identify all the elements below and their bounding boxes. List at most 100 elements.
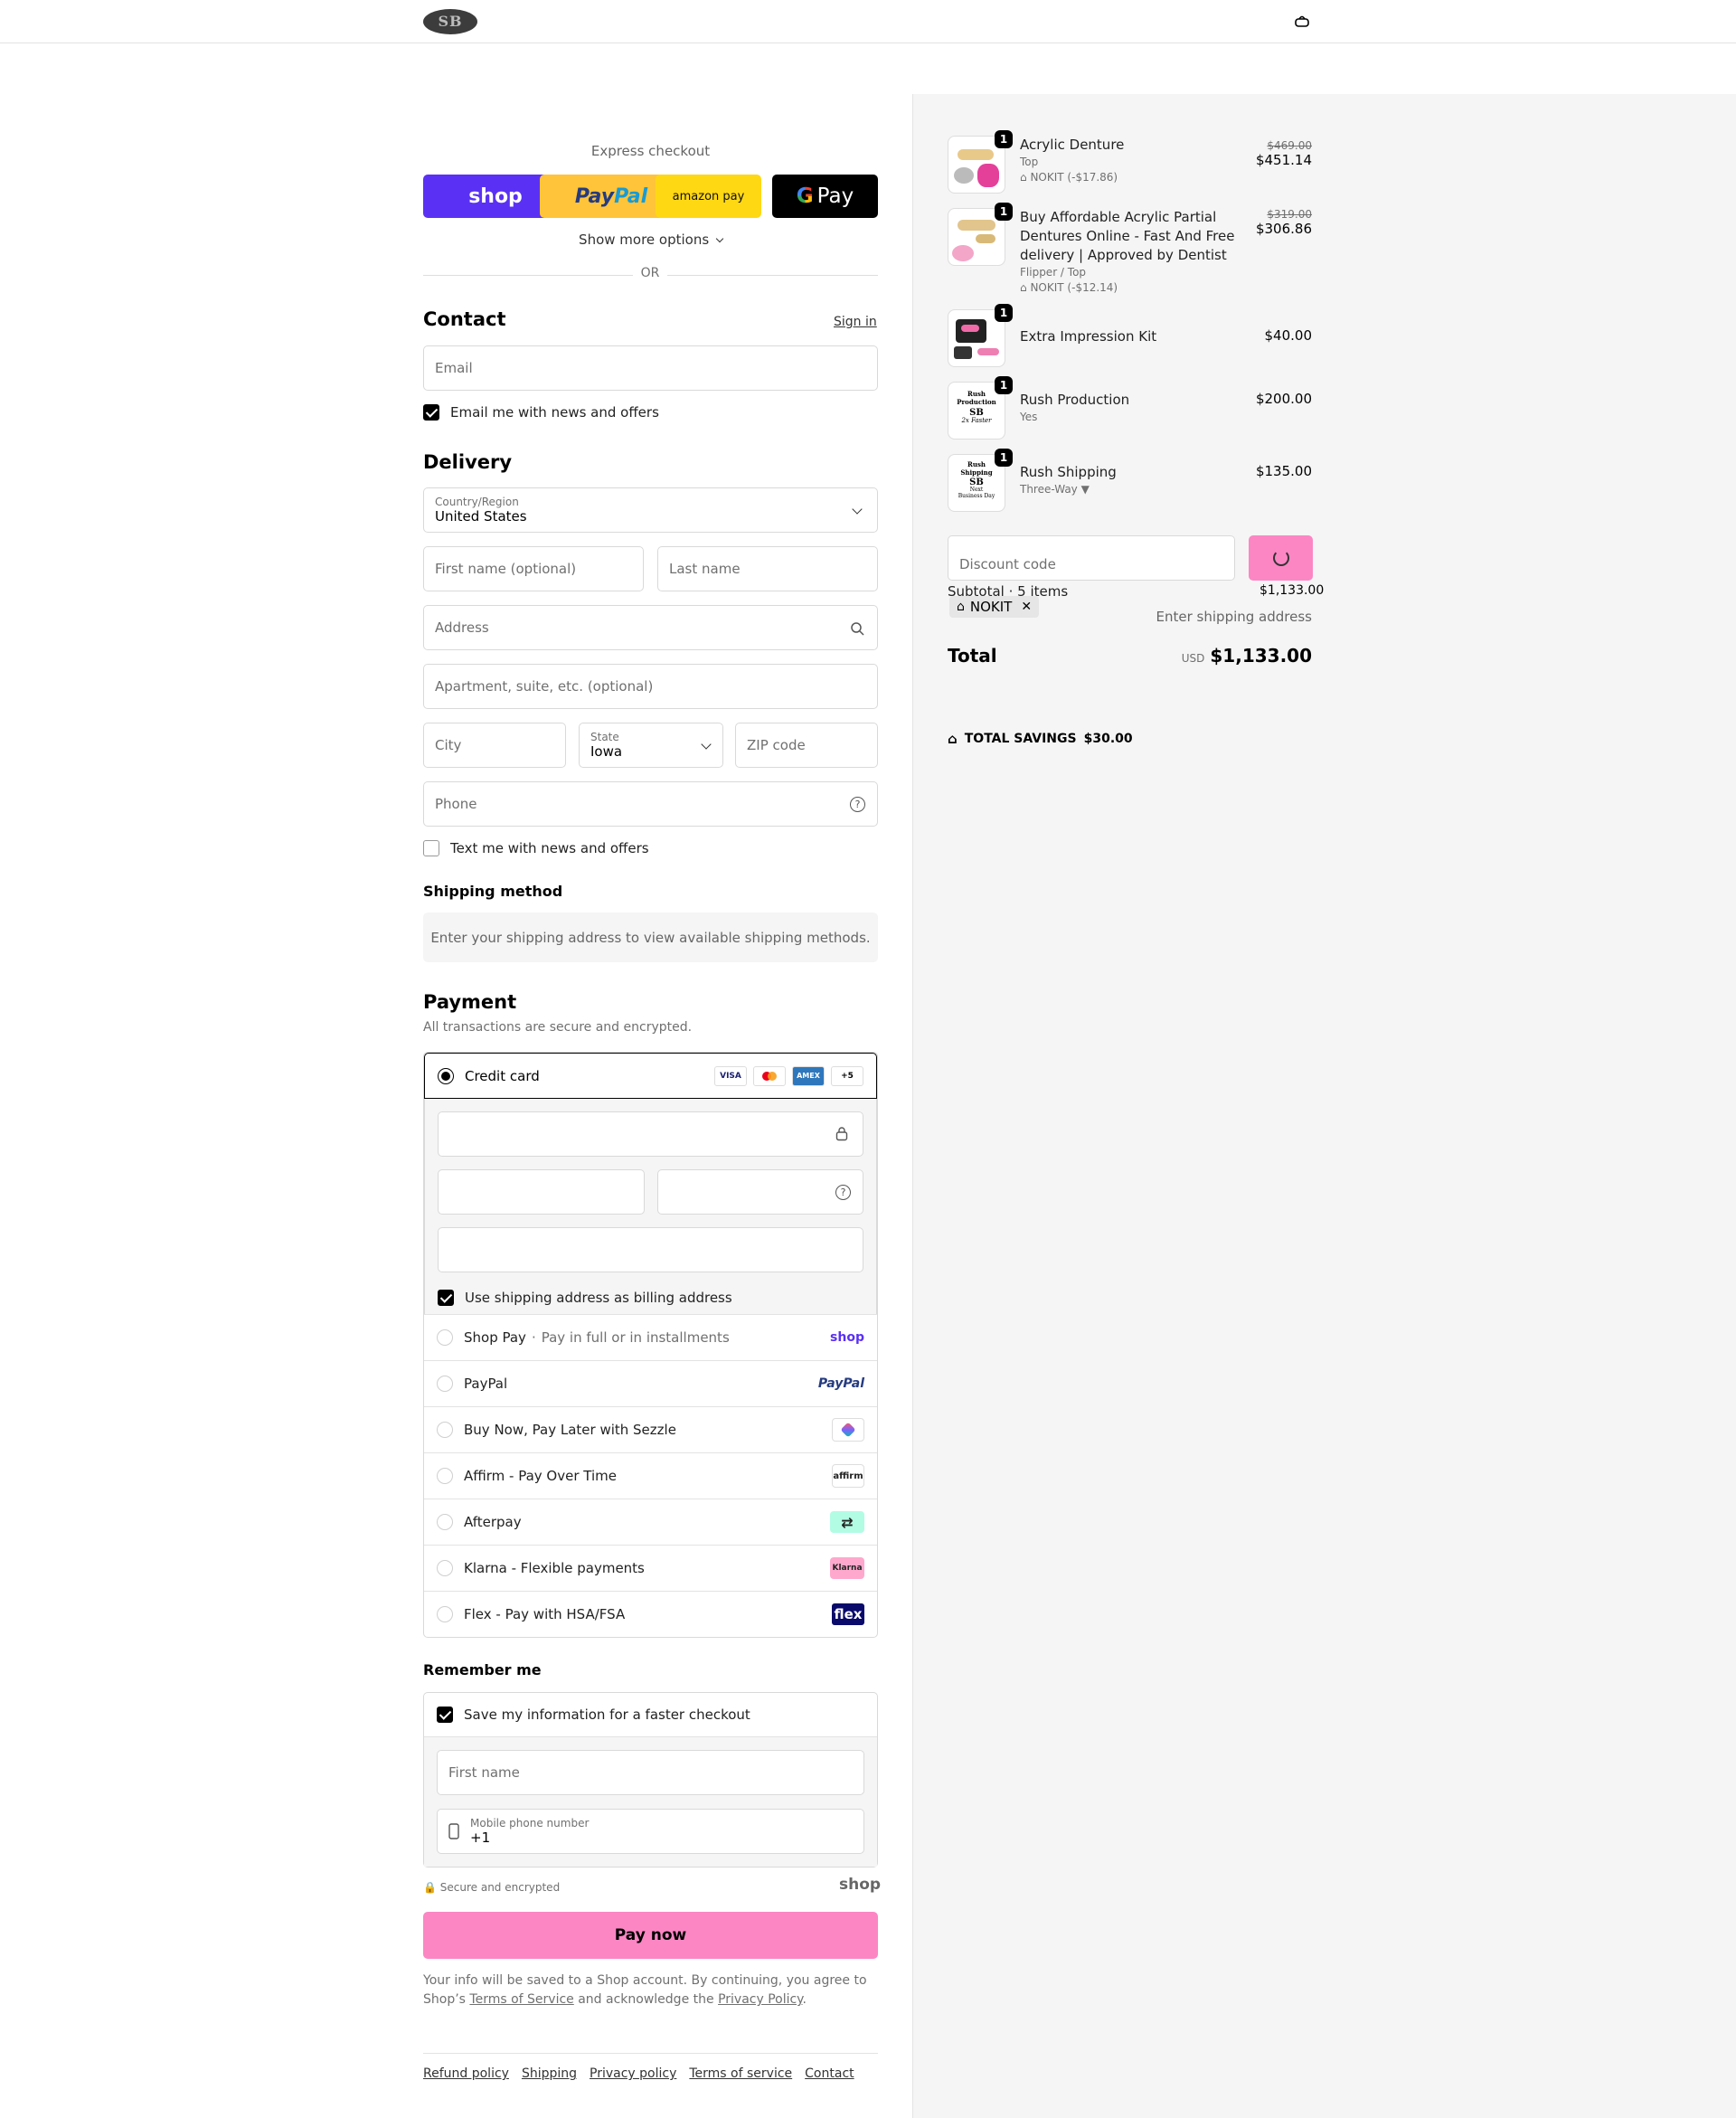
payment-option-shop-pay[interactable]: Shop Pay · Pay in full or in installment… [424,1314,877,1360]
google-pay-button[interactable]: G Pay [772,175,878,218]
payment-option-klarna[interactable]: Klarna - Flexible payments Klarna [424,1545,877,1591]
card-logos: VISA AMEX +5 [708,1065,863,1086]
apartment-field[interactable]: Apartment, suite, etc. (optional) [423,664,878,709]
chevron-down-icon [852,504,863,515]
order-item: 1 Extra Impression Kit $40.00 [948,304,1313,367]
zip-placeholder: ZIP code [747,737,806,753]
item-name: Rush Production [1020,392,1130,408]
item-old-price: $319.00 [1267,208,1312,221]
quantity-badge: 1 [995,130,1013,148]
quantity-badge: 1 [995,304,1013,322]
currency-label: USD [1181,652,1205,665]
remember-me-box: Save my information for a faster checkou… [423,1692,878,1867]
save-info-label: Save my information for a faster checkou… [464,1707,750,1723]
discount-tag-label: NOKIT [969,599,1013,615]
city-field[interactable]: City [423,723,566,768]
item-info: Rush Production Yes [1020,391,1237,425]
pay-now-button[interactable]: Pay now [423,1912,878,1959]
remember-first-name-field[interactable]: First name [437,1750,864,1795]
afterpay-radio[interactable] [437,1514,453,1530]
sezzle-label: Buy Now, Pay Later with Sezzle [464,1422,676,1438]
lock-icon [835,1127,848,1141]
billing-address-label: Use shipping address as billing address [465,1290,732,1306]
sign-in-link[interactable]: Sign in [834,315,877,329]
state-value: Iowa [590,743,623,760]
item-current-price: $200.00 [1255,391,1312,407]
amex-icon: AMEX [792,1065,825,1086]
state-select[interactable]: State Iowa [579,723,723,768]
last-name-field[interactable]: Last name [657,546,878,591]
payment-option-afterpay[interactable]: Afterpay ⇄ [424,1499,877,1545]
country-value: United States [435,508,527,525]
mastercard-icon [753,1065,786,1086]
paypal-label-b: Pal [614,184,648,208]
lock-icon: 🔒 [423,1881,437,1894]
paypal-radio[interactable] [437,1376,453,1392]
footer-links: Refund policy Shipping Privacy policy Te… [423,2066,854,2081]
item-price: $40.00 [1265,327,1313,344]
email-news-row[interactable]: Email me with news and offers [423,404,659,421]
total-label: Total [948,645,997,667]
expiry-field[interactable] [438,1169,645,1215]
discount-code-placeholder: Discount code [959,556,1056,572]
show-more-options[interactable]: Show more options [423,232,878,248]
help-icon[interactable]: ? [835,1185,851,1200]
item-price: $200.00 [1256,391,1312,407]
close-icon[interactable]: ✕ [1021,600,1032,614]
payment-option-sezzle[interactable]: Buy Now, Pay Later with Sezzle [424,1406,877,1452]
contact-link[interactable]: Contact [805,2066,854,2081]
credit-card-radio[interactable] [438,1067,454,1084]
phone-field[interactable]: Phone ? [423,781,878,827]
payment-option-affirm[interactable]: Affirm - Pay Over Time affirm [424,1452,877,1499]
footer-divider [423,2053,878,2054]
affirm-radio[interactable] [437,1468,453,1484]
mobile-phone-field[interactable]: Mobile phone number +1 [437,1809,864,1854]
name-on-card-field[interactable] [438,1227,863,1272]
save-info-row[interactable]: Save my information for a faster checkou… [424,1693,877,1737]
shop-pay-radio[interactable] [437,1329,453,1346]
secure-label: Secure and encrypted [439,1881,561,1894]
privacy-policy-link[interactable]: Privacy Policy [718,1992,802,2007]
city-placeholder: City [435,737,462,753]
item-name: Rush Shipping [1020,464,1117,480]
payment-option-flex[interactable]: Flex - Pay with HSA/FSA flex [424,1591,877,1637]
item-variant[interactable]: Three-Way ▼ [1020,482,1237,497]
address-field[interactable]: Address [423,605,878,650]
refund-policy-link[interactable]: Refund policy [423,2066,509,2081]
klarna-radio[interactable] [437,1560,453,1576]
flex-radio[interactable] [437,1606,453,1622]
first-name-field[interactable]: First name (optional) [423,546,644,591]
first-name-placeholder: First name (optional) [435,561,577,577]
amazon-pay-button[interactable]: amazon pay [656,175,761,218]
item-variant: Top [1020,156,1039,168]
save-info-checkbox[interactable] [437,1707,453,1723]
store-logo[interactable]: SB [423,9,477,34]
apply-discount-button[interactable] [1249,535,1313,581]
text-news-checkbox[interactable] [423,840,439,856]
payment-option-paypal[interactable]: PayPal PayPal [424,1360,877,1406]
subtotal-value: $1,133.00 [1260,583,1325,598]
email-field[interactable]: Email [423,345,878,391]
tag-icon: ⌂ [1020,281,1027,294]
email-news-checkbox[interactable] [423,404,439,421]
billing-address-row[interactable]: Use shipping address as billing address [438,1287,863,1309]
bag-icon[interactable] [1294,14,1310,29]
tag-icon: ⌂ [1020,171,1027,184]
billing-address-checkbox[interactable] [438,1290,454,1306]
discount-code-input[interactable]: Discount code [948,535,1235,581]
card-number-field[interactable] [438,1111,863,1157]
zip-field[interactable]: ZIP code [735,723,878,768]
sezzle-radio[interactable] [437,1422,453,1438]
search-icon [851,622,864,636]
country-select[interactable]: Country/Region United States [423,487,878,533]
help-icon[interactable]: ? [850,797,865,812]
credit-card-option[interactable]: Credit card VISA AMEX +5 [424,1053,877,1099]
shipping-link[interactable]: Shipping [522,2066,577,2081]
item-current-price: $40.00 [1264,327,1313,344]
header: SB [0,0,1736,43]
terms-of-service-footer-link[interactable]: Terms of service [689,2066,792,2081]
terms-of-service-link[interactable]: Terms of Service [469,1992,573,2007]
privacy-policy-footer-link[interactable]: Privacy policy [590,2066,676,2081]
security-code-field[interactable]: ? [656,1169,863,1215]
text-news-row[interactable]: Text me with news and offers [423,840,649,856]
